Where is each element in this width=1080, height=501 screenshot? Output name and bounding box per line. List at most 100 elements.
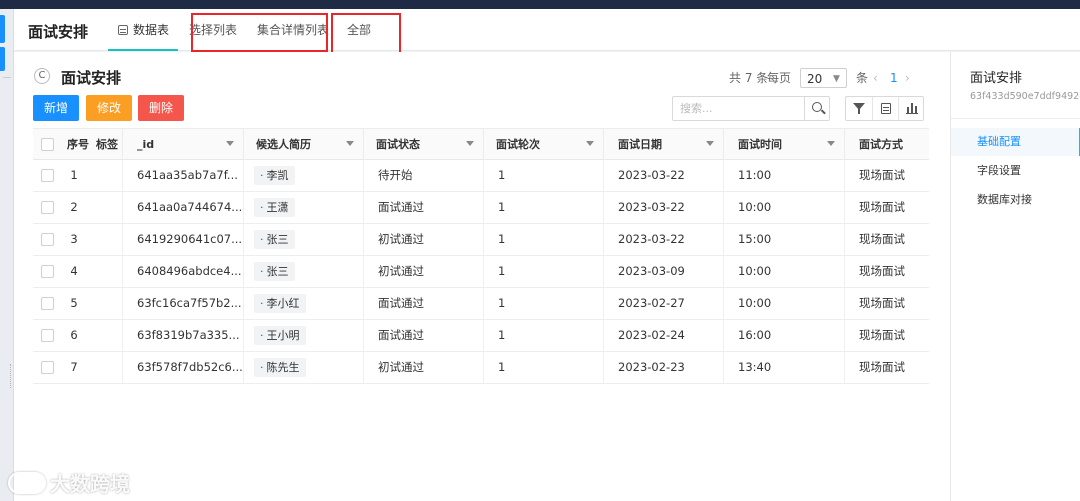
- data-table: 序号 标签 _id 候选人简历 面试状态 面试轮次 面试日期 面试时间 面试方式…: [33, 128, 929, 384]
- chart-button[interactable]: [898, 97, 924, 120]
- round-cell: 1: [484, 192, 604, 223]
- id-cell: 6419290641c07...: [123, 224, 244, 255]
- row-number: 3: [70, 232, 78, 246]
- row-number: 5: [70, 296, 78, 310]
- panel-item-basic-config[interactable]: 基础配置: [951, 128, 1080, 156]
- header-cell: 面试方式: [859, 138, 903, 151]
- id-cell: 6408496abdce4...: [123, 256, 244, 287]
- prev-page-button[interactable]: ‹: [873, 68, 878, 88]
- next-page-button[interactable]: ›: [905, 68, 910, 88]
- app-header: 面试安排 数据表 选择列表 集合详情列表 全部: [14, 9, 1080, 51]
- table-body: 1 641aa35ab7a7f... 李凯 待开始 1 2023-03-22 1…: [33, 160, 929, 384]
- id-cell: 63f8319b7a335...: [123, 320, 244, 351]
- status-cell: 待开始: [364, 160, 484, 191]
- mode-cell: 现场面试: [859, 296, 905, 310]
- row-checkbox[interactable]: [41, 265, 54, 278]
- row-number: 6: [70, 328, 78, 342]
- table-row[interactable]: 4 6408496abdce4... 张三 初试通过 1 2023-03-09 …: [33, 256, 929, 288]
- panel-item-database-link[interactable]: 数据库对接: [951, 186, 1080, 214]
- select-all-checkbox[interactable]: [41, 138, 54, 151]
- table-row[interactable]: 3 6419290641c07... 张三 初试通过 1 2023-03-22 …: [33, 224, 929, 256]
- search-button[interactable]: [804, 97, 829, 120]
- search-input[interactable]: [674, 98, 802, 119]
- row-checkbox[interactable]: [41, 329, 54, 342]
- header-cell[interactable]: 面试轮次: [484, 129, 604, 160]
- candidate-chip[interactable]: 王小明: [254, 326, 306, 345]
- page-title: 面试安排: [61, 69, 122, 87]
- top-bar: [0, 0, 1080, 9]
- table-row[interactable]: 1 641aa35ab7a7f... 李凯 待开始 1 2023-03-22 1…: [33, 160, 929, 192]
- row-checkbox[interactable]: [41, 233, 54, 246]
- date-cell: 2023-02-27: [604, 288, 724, 319]
- candidate-chip[interactable]: 张三: [254, 262, 295, 281]
- edit-button[interactable]: 修改: [86, 95, 133, 121]
- header-cell[interactable]: 面试时间: [724, 129, 845, 160]
- per-page-label: 每页: [767, 71, 792, 85]
- chevron-down-icon: [827, 141, 835, 146]
- candidate-chip[interactable]: 李凯: [254, 166, 295, 185]
- delete-button[interactable]: 删除: [138, 95, 185, 121]
- chevron-down-icon: [346, 141, 354, 146]
- status-cell: 面试通过: [364, 320, 484, 351]
- mode-cell: 现场面试: [859, 200, 905, 214]
- date-cell: 2023-03-22: [604, 192, 724, 223]
- candidate-chip[interactable]: 陈先生: [254, 358, 306, 377]
- watermark-logo-icon: [8, 472, 46, 494]
- table-row[interactable]: 6 63f8319b7a335... 王小明 面试通过 1 2023-02-24…: [33, 320, 929, 352]
- header-cell[interactable]: _id: [123, 129, 244, 160]
- header-cell: 标签: [90, 129, 123, 160]
- table-row[interactable]: 7 63f578f7db52c6... 陈先生 初试通过 1 2023-02-2…: [33, 352, 929, 384]
- status-cell: 初试通过: [364, 256, 484, 287]
- row-checkbox[interactable]: [41, 297, 54, 310]
- panel-title: 面试安排: [970, 71, 1023, 86]
- search-icon: [812, 102, 822, 112]
- date-cell: 2023-03-22: [604, 160, 724, 191]
- refresh-icon[interactable]: C: [34, 68, 50, 84]
- mode-cell: 现场面试: [859, 328, 905, 342]
- table-row[interactable]: 5 63fc16ca7f57b2... 李小红 面试通过 1 2023-02-2…: [33, 288, 929, 320]
- sidebar-tab[interactable]: [0, 47, 5, 71]
- resize-handle[interactable]: [10, 364, 12, 388]
- header-cell[interactable]: 面试日期: [604, 129, 724, 160]
- row-checkbox[interactable]: [41, 169, 54, 182]
- search-box: [672, 96, 830, 121]
- chevron-down-icon: ▼: [833, 74, 840, 84]
- row-number: 1: [70, 168, 78, 182]
- panel-item-field-settings[interactable]: 字段设置: [951, 157, 1080, 185]
- table-tools: [845, 96, 924, 121]
- tab-data-table[interactable]: 数据表: [108, 9, 178, 51]
- row-checkbox[interactable]: [41, 201, 54, 214]
- main-content: C 面试安排 共 7 条 每页 20 ▼ 条 ‹ 1 › 新增 修改 删除 搜索…: [14, 52, 950, 501]
- time-cell: 11:00: [724, 160, 845, 191]
- candidate-chip[interactable]: 张三: [254, 230, 295, 249]
- status-cell: 面试通过: [364, 288, 484, 319]
- row-checkbox[interactable]: [41, 361, 54, 374]
- fields-button[interactable]: [872, 97, 898, 120]
- candidate-chip[interactable]: 李小红: [254, 294, 306, 313]
- id-cell: 63fc16ca7f57b2...: [123, 288, 244, 319]
- total-count: 共 7 条: [729, 71, 769, 85]
- header-cell: 序号: [67, 138, 89, 151]
- page-size-select[interactable]: 20 ▼: [800, 68, 847, 88]
- highlight-box: [191, 13, 328, 52]
- add-button[interactable]: 新增: [33, 95, 80, 121]
- id-cell: 641aa35ab7a7f...: [123, 160, 244, 191]
- bar-chart-icon: [906, 103, 918, 114]
- filter-button[interactable]: [846, 97, 872, 120]
- candidate-chip[interactable]: 王潇: [254, 198, 295, 217]
- row-number: 7: [70, 360, 78, 374]
- sidebar-tab[interactable]: [0, 15, 5, 43]
- time-cell: 13:40: [724, 352, 845, 383]
- header-cell[interactable]: 候选人简历: [244, 129, 364, 160]
- id-cell: 641aa0a744674...: [123, 192, 244, 223]
- unit-label: 条: [856, 71, 869, 85]
- mode-cell: 现场面试: [859, 168, 905, 182]
- current-page[interactable]: 1: [890, 68, 898, 88]
- date-cell: 2023-03-09: [604, 256, 724, 287]
- header-cell[interactable]: 面试状态: [364, 129, 484, 160]
- database-icon: [118, 25, 128, 35]
- table-row[interactable]: 2 641aa0a744674... 王潇 面试通过 1 2023-03-22 …: [33, 192, 929, 224]
- time-cell: 15:00: [724, 224, 845, 255]
- row-number: 4: [70, 264, 78, 278]
- date-cell: 2023-03-22: [604, 224, 724, 255]
